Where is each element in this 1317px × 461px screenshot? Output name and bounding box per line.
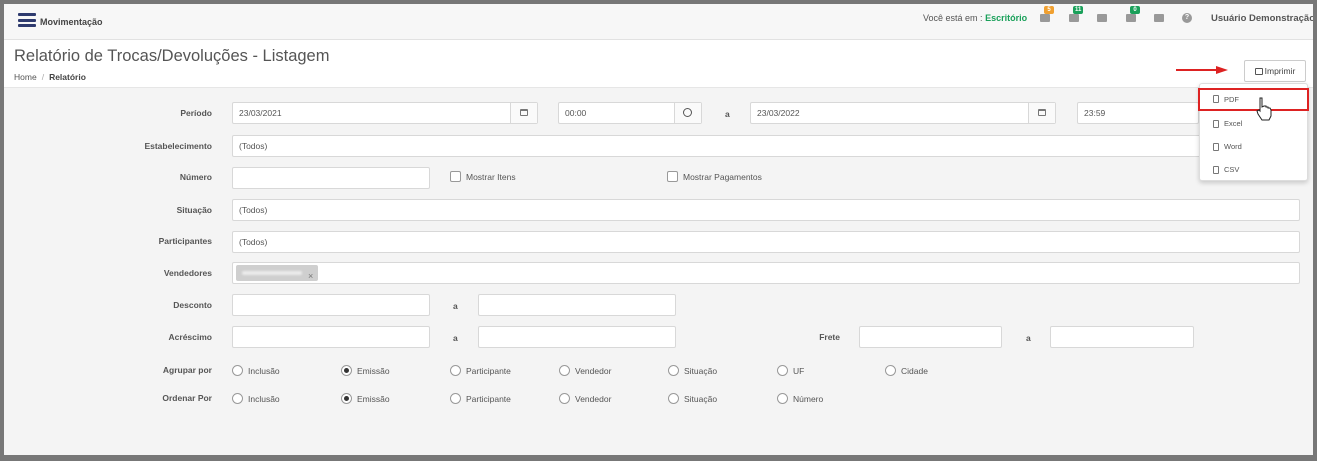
desconto-from-input[interactable] xyxy=(232,294,430,316)
printer-icon xyxy=(1254,68,1263,75)
notification-badge: 5 xyxy=(1044,6,1054,14)
card-icon[interactable] xyxy=(1097,13,1107,23)
bell-icon[interactable]: 0 xyxy=(1126,6,1140,23)
calendar-icon[interactable] xyxy=(1154,13,1164,23)
page-title: Relatório de Trocas/Devoluções - Listage… xyxy=(14,47,330,65)
vendedores-select[interactable]: × xyxy=(232,262,1300,284)
time-to-input[interactable]: 23:59 xyxy=(1077,102,1199,124)
agrupar-label: Agrupar por xyxy=(162,365,212,375)
app-window: Movimentação Você está em : Escritório 5… xyxy=(4,4,1313,455)
vendedores-label: Vendedores xyxy=(163,268,212,278)
situacao-select[interactable]: (Todos) xyxy=(232,199,1300,221)
file-icon xyxy=(1213,143,1219,151)
menu-icon[interactable] xyxy=(18,13,36,27)
date-to-input[interactable]: 23/03/2022 xyxy=(750,102,1056,124)
ordenar-label: Ordenar Por xyxy=(162,393,212,403)
desconto-label: Desconto xyxy=(173,300,212,310)
calendar-icon[interactable] xyxy=(1028,103,1055,123)
calendar-icon[interactable] xyxy=(510,103,537,123)
notification-badge: 0 xyxy=(1130,6,1140,14)
acrescimo-to-input[interactable] xyxy=(478,326,676,348)
numero-label: Número xyxy=(179,172,212,182)
estabelecimento-label: Estabelecimento xyxy=(144,141,212,151)
file-icon xyxy=(1213,120,1219,128)
print-button[interactable]: Imprimir xyxy=(1244,60,1306,82)
help-icon[interactable]: ? xyxy=(1182,13,1192,23)
numero-input[interactable] xyxy=(232,167,430,189)
arrow-right-icon xyxy=(1176,66,1228,74)
notification-badge: 11 xyxy=(1073,6,1084,14)
page-header: Relatório de Trocas/Devoluções - Listage… xyxy=(4,40,1313,88)
tasks-icon[interactable]: 11 xyxy=(1069,6,1084,23)
top-bar: Movimentação Você está em : Escritório 5… xyxy=(4,4,1313,40)
desconto-to-input[interactable] xyxy=(478,294,676,316)
range-separator: a xyxy=(725,109,730,119)
file-icon xyxy=(1213,95,1219,103)
frete-from-input[interactable] xyxy=(859,326,1002,348)
breadcrumb: Home / Relatório xyxy=(14,72,86,82)
sitemap-icon[interactable]: 5 xyxy=(1040,6,1054,23)
print-menu-item-word[interactable]: Word xyxy=(1200,138,1307,156)
location-indicator[interactable]: Você está em : Escritório xyxy=(923,13,1027,23)
file-icon xyxy=(1213,166,1219,174)
breadcrumb-home[interactable]: Home xyxy=(14,72,37,82)
print-menu-item-csv[interactable]: CSV xyxy=(1200,161,1307,179)
hand-cursor-icon xyxy=(1256,97,1272,121)
vendedor-tag: × xyxy=(236,265,318,281)
periodo-label: Período xyxy=(180,108,212,118)
clock-icon[interactable] xyxy=(674,103,701,123)
estabelecimento-select[interactable]: (Todos) xyxy=(232,135,1300,157)
frete-to-input[interactable] xyxy=(1050,326,1194,348)
situacao-label: Situação xyxy=(176,205,212,215)
range-separator: a xyxy=(453,333,458,343)
frete-label: Frete xyxy=(819,332,840,342)
time-from-input[interactable]: 00:00 xyxy=(558,102,702,124)
participantes-label: Participantes xyxy=(158,236,212,246)
breadcrumb-current: Relatório xyxy=(49,72,86,82)
location-name[interactable]: Escritório xyxy=(985,13,1027,23)
date-from-input[interactable]: 23/03/2021 xyxy=(232,102,538,124)
acrescimo-label: Acréscimo xyxy=(168,332,212,342)
participantes-select[interactable]: (Todos) xyxy=(232,231,1300,253)
user-menu[interactable]: Usuário Demonstração xyxy=(1211,13,1313,24)
acrescimo-from-input[interactable] xyxy=(232,326,430,348)
range-separator: a xyxy=(1026,333,1031,343)
range-separator: a xyxy=(453,301,458,311)
app-title: Movimentação xyxy=(40,17,103,27)
remove-tag-icon[interactable]: × xyxy=(308,266,313,286)
